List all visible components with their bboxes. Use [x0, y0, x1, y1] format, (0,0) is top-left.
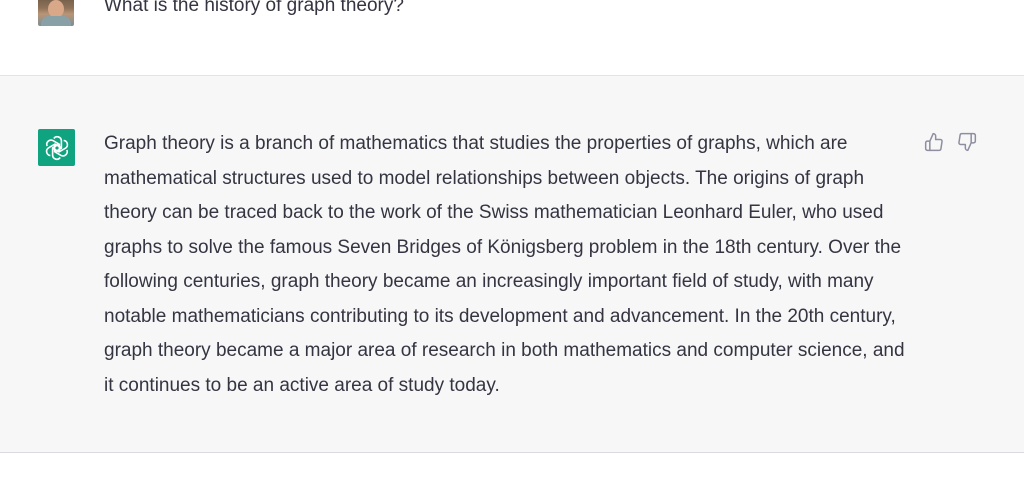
openai-logo-icon	[38, 129, 75, 166]
user-message-row: What is the history of graph theory?	[0, 0, 1024, 76]
thumbs-up-icon	[924, 132, 943, 152]
thumbs-down-button[interactable]	[956, 131, 978, 153]
assistant-message-text: Graph theory is a branch of mathematics …	[104, 133, 905, 396]
thumbs-down-icon	[958, 132, 977, 152]
thumbs-up-button[interactable]	[923, 131, 945, 153]
user-avatar	[38, 0, 74, 26]
user-message-text: What is the history of graph theory?	[104, 0, 404, 16]
assistant-message-row: Graph theory is a branch of mathematics …	[0, 76, 1024, 453]
